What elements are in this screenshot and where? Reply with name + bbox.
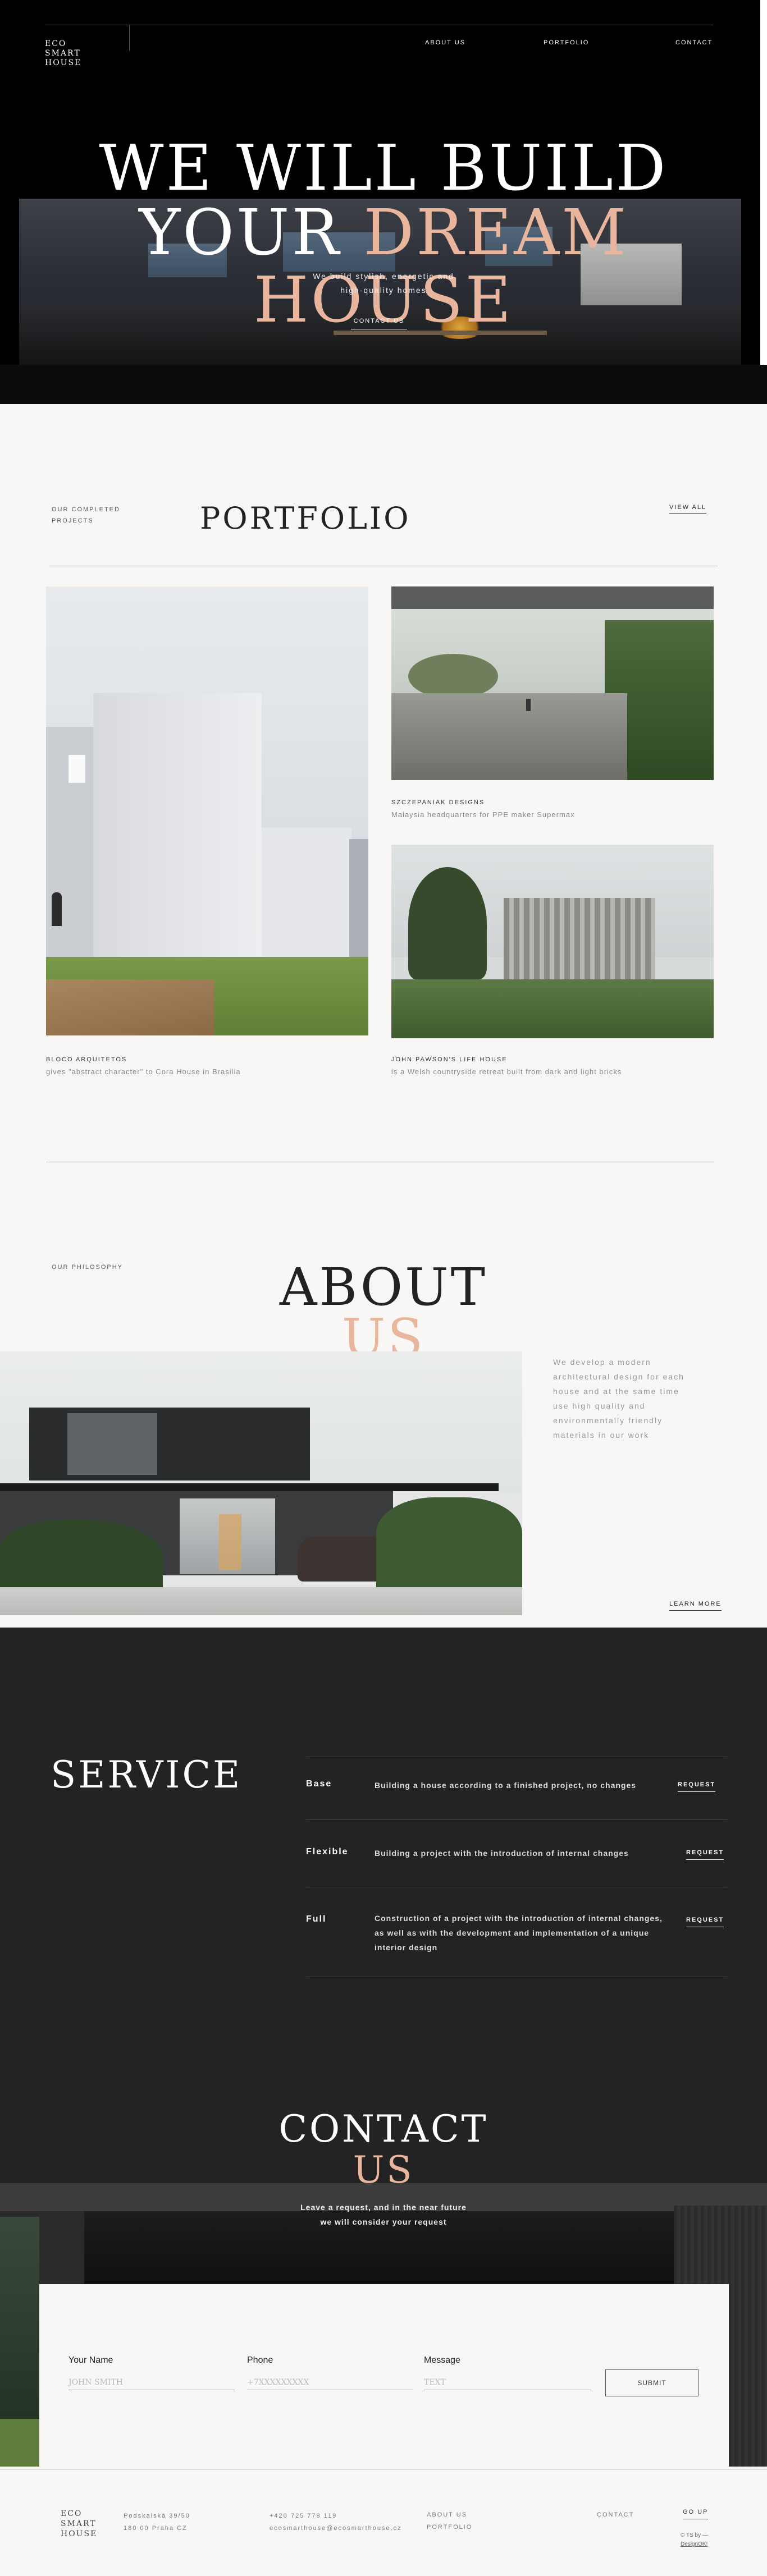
nav-portfolio-link[interactable]: PORTFOLIO: [544, 39, 589, 46]
service-title: SERVICE: [51, 1753, 243, 1796]
about-house-photo: [0, 1351, 522, 1615]
service-desc-full: Construction of a project with the intro…: [375, 1911, 663, 1955]
footer-nav: ABOUT US PORTFOLIO: [427, 2509, 472, 2533]
footer-address: Podskalská 39/50 180 00 Praha CZ: [124, 2510, 190, 2534]
project-title-bloco[interactable]: BLOCO ARQUITETOS: [46, 1056, 127, 1063]
project-title-szczepaniak[interactable]: SZCZEPANIAK DESIGNS: [391, 799, 485, 806]
portfolio-title: PORTFOLIO: [200, 501, 411, 536]
nav-about-link[interactable]: ABOUT US: [425, 39, 465, 46]
contact-subtitle-line-1: Leave a request, and in the near future: [300, 2203, 467, 2212]
about-text-line-5: environmentally friendly: [553, 1416, 663, 1425]
service-desc-full-line-1: Construction of a project with the intro…: [375, 1914, 663, 1923]
project-image-bloco[interactable]: [46, 586, 368, 1035]
service-row-flexible: Flexible Building a project with the int…: [306, 1820, 727, 1887]
footer-contacts: +420 725 778 119 ecosmarthouse@ecosmarth…: [270, 2510, 402, 2534]
logo-line-1: ECO: [45, 39, 67, 48]
logo[interactable]: ECO SMART HOUSE: [45, 39, 81, 68]
about-text-line-3: house and at the same time: [553, 1387, 679, 1396]
portfolio-eyebrow-line-1: OUR COMPLETED: [52, 506, 120, 513]
contact-form: Your Name JOHN SMITH Phone +7XXXXXXXXX M…: [39, 2284, 729, 2469]
message-label: Message: [424, 2355, 460, 2365]
footer-credit: © TS by — DesignOK!: [681, 2531, 708, 2549]
service-name-full: Full: [306, 1914, 327, 1924]
footer-phone[interactable]: +420 725 778 119: [270, 2510, 402, 2522]
name-label: Your Name: [69, 2355, 113, 2365]
project-subtitle-pawson: is a Welsh countryside retreat built fro…: [391, 1067, 622, 1076]
phone-input[interactable]: +7XXXXXXXXX: [247, 2371, 413, 2390]
contact-subtitle: Leave a request, and in the near future …: [0, 2200, 767, 2229]
project-subtitle-szczepaniak: Malaysia headquarters for PPE maker Supe…: [391, 810, 575, 819]
about-text-line-1: We develop a modern: [553, 1358, 651, 1367]
service-desc-flexible: Building a project with the introduction…: [375, 1849, 629, 1858]
footer-logo[interactable]: ECO SMART HOUSE: [61, 2509, 97, 2539]
project-subtitle-bloco: gives "abstract character" to Cora House…: [46, 1067, 241, 1076]
request-button-flexible[interactable]: REQUEST: [686, 1849, 724, 1860]
footer-logo-line-2: SMART: [61, 2519, 97, 2528]
footer-address-line-1: Podskalská 39/50: [124, 2513, 190, 2519]
footer-divider: [0, 2469, 767, 2470]
service-desc-base: Building a house according to a finished…: [375, 1781, 637, 1790]
submit-button[interactable]: SUBMIT: [605, 2369, 698, 2396]
about-text-line-2: architectural design for each: [553, 1372, 684, 1381]
nav-contact-link[interactable]: CONTACT: [675, 39, 713, 46]
service-row-base: Base Building a house according to a fin…: [306, 1757, 727, 1820]
footer-email[interactable]: ecosmarthouse@ecosmarthouse.cz: [270, 2522, 402, 2534]
message-input[interactable]: TEXT: [424, 2371, 591, 2390]
hero-subtitle-line-2: high-quality homes: [340, 286, 427, 295]
logo-line-2: SMART: [45, 49, 81, 58]
project-image-pawson[interactable]: [391, 845, 714, 1038]
contact-title-line-2: US: [353, 2148, 414, 2183]
service-desc-full-line-2: as well as with the development and impl…: [375, 1928, 650, 1937]
go-up-button[interactable]: GO UP: [683, 2509, 709, 2519]
portfolio-eyebrow-line-2: PROJECTS: [52, 517, 94, 524]
project-image-szczepaniak[interactable]: [391, 586, 714, 780]
footer-credit-link[interactable]: DesignOK!: [681, 2540, 708, 2549]
footer-portfolio-link[interactable]: PORTFOLIO: [427, 2521, 472, 2533]
name-input[interactable]: JOHN SMITH: [69, 2371, 235, 2390]
service-name-base: Base: [306, 1779, 332, 1789]
service-desc-full-line-3: interior design: [375, 1943, 438, 1952]
service-section: SERVICE Base Building a house according …: [0, 1628, 767, 2183]
footer-about-link[interactable]: ABOUT US: [427, 2509, 472, 2521]
logo-divider: [129, 25, 130, 51]
hero-title-line-2: YOUR DREAM HOUSE: [0, 199, 767, 334]
portfolio-eyebrow: OUR COMPLETED PROJECTS: [52, 504, 120, 526]
request-button-full[interactable]: REQUEST: [686, 1917, 724, 1927]
hero-contact-button[interactable]: CONTACT US: [351, 318, 407, 329]
phone-label: Phone: [247, 2355, 273, 2365]
contact-title-line-1: CONTACT: [279, 2107, 488, 2151]
page: ECO SMART HOUSE ABOUT US PORTFOLIO CONTA…: [0, 0, 767, 2576]
footer-credit-line-1: © TS by —: [681, 2532, 708, 2538]
hero-subtitle: We build stylish, energetic and high-qua…: [0, 269, 767, 297]
hero-title-your: YOUR: [139, 196, 364, 269]
about-text-line-4: use high quality and: [553, 1401, 646, 1410]
hero-subtitle-line-1: We build stylish, energetic and: [313, 272, 454, 281]
contact-subtitle-line-2: we will consider your request: [320, 2217, 447, 2226]
service-row-full: Full Construction of a project with the …: [306, 1887, 727, 1977]
logo-line-3: HOUSE: [45, 58, 82, 67]
project-title-pawson[interactable]: JOHN PAWSON'S LIFE HOUSE: [391, 1056, 508, 1063]
footer-contact-link[interactable]: CONTACT: [597, 2509, 634, 2521]
footer-address-line-2: 180 00 Praha CZ: [124, 2525, 188, 2532]
hero-title-line-1: WE WILL BUILD: [99, 132, 668, 205]
footer-logo-line-3: HOUSE: [61, 2529, 98, 2538]
about-title-line-2: US: [341, 1308, 426, 1353]
view-all-button[interactable]: VIEW ALL: [669, 504, 707, 514]
footer-logo-line-1: ECO: [61, 2509, 83, 2518]
hero-bottom-band: [0, 365, 767, 404]
request-button-base[interactable]: REQUEST: [678, 1781, 716, 1792]
about-text: We develop a modern architectural design…: [553, 1355, 684, 1442]
service-name-flexible: Flexible: [306, 1847, 349, 1857]
about-text-line-6: materials in our work: [553, 1431, 650, 1440]
learn-more-button[interactable]: LEARN MORE: [669, 1601, 722, 1611]
hero-section: ECO SMART HOUSE ABOUT US PORTFOLIO CONTA…: [0, 0, 767, 404]
